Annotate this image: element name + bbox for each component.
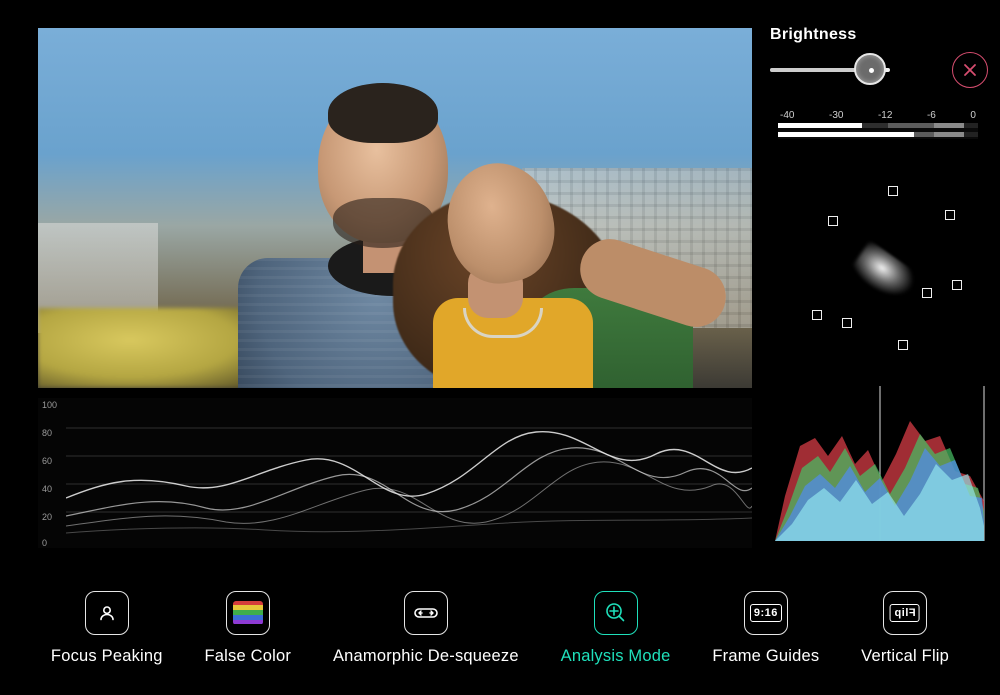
brightness-label: Brightness bbox=[770, 26, 988, 44]
tool-label: Anamorphic De-squeeze bbox=[333, 647, 519, 666]
audio-bars bbox=[778, 123, 978, 139]
subject-person bbox=[393, 138, 693, 388]
focus-peaking-iconbox bbox=[85, 591, 129, 635]
tool-label: Frame Guides bbox=[712, 647, 819, 666]
vectorscope[interactable] bbox=[770, 170, 990, 360]
tool-label: Focus Peaking bbox=[51, 647, 163, 666]
magnify-target-icon bbox=[603, 600, 629, 626]
app-root: 100 80 60 40 20 0 Brightness bbox=[0, 0, 1000, 695]
aspect-badge-icon: 9:16 bbox=[750, 604, 782, 622]
vectorscope-target bbox=[842, 318, 852, 328]
histogram-graph bbox=[770, 376, 990, 548]
vectorscope-target bbox=[888, 186, 898, 196]
waveform-tick: 60 bbox=[42, 456, 52, 466]
waveform-tick: 20 bbox=[42, 512, 52, 522]
brightness-panel: Brightness bbox=[770, 26, 988, 86]
tool-frame-guides[interactable]: 9:16 Frame Guides bbox=[712, 591, 819, 666]
vectorscope-target bbox=[952, 280, 962, 290]
vectorscope-trace bbox=[847, 240, 922, 309]
waveform-tick: 0 bbox=[42, 538, 47, 548]
false-color-iconbox bbox=[226, 591, 270, 635]
tool-anamorphic-desqueeze[interactable]: Anamorphic De-squeeze bbox=[333, 591, 519, 666]
waveform-tick: 100 bbox=[42, 400, 57, 410]
audio-tick: -40 bbox=[780, 110, 794, 121]
vertical-flip-iconbox: Flip bbox=[883, 591, 927, 635]
audio-level-meter: -40 -30 -12 -6 0 bbox=[778, 110, 978, 150]
audio-tick: -30 bbox=[829, 110, 843, 121]
vectorscope-target bbox=[922, 288, 932, 298]
rgb-histogram[interactable] bbox=[770, 376, 990, 548]
waveform-tick: 80 bbox=[42, 428, 52, 438]
vectorscope-target bbox=[812, 310, 822, 320]
vectorscope-target bbox=[945, 210, 955, 220]
tool-focus-peaking[interactable]: Focus Peaking bbox=[51, 591, 163, 666]
audio-channel-level bbox=[778, 132, 914, 137]
audio-channel-level bbox=[778, 123, 862, 128]
analysis-mode-iconbox bbox=[594, 591, 638, 635]
frame-guides-iconbox: 9:16 bbox=[744, 591, 788, 635]
brightness-slider-row bbox=[770, 54, 988, 86]
anamorphic-desqueeze-iconbox bbox=[404, 591, 448, 635]
audio-tick: 0 bbox=[970, 110, 976, 121]
close-icon bbox=[963, 63, 977, 77]
tool-analysis-mode[interactable]: Analysis Mode bbox=[561, 591, 671, 666]
waveform-tick: 40 bbox=[42, 484, 52, 494]
person-outline-icon bbox=[95, 601, 119, 625]
audio-tick: -12 bbox=[878, 110, 892, 121]
vectorscope-target bbox=[828, 216, 838, 226]
waveform-scope[interactable]: 100 80 60 40 20 0 bbox=[38, 398, 752, 548]
false-color-icon bbox=[233, 601, 263, 625]
close-button[interactable] bbox=[952, 52, 988, 88]
desqueeze-icon bbox=[413, 603, 439, 623]
tool-label: Analysis Mode bbox=[561, 647, 671, 666]
waveform-graph bbox=[66, 398, 752, 548]
tool-vertical-flip[interactable]: Flip Vertical Flip bbox=[861, 591, 949, 666]
vectorscope-target bbox=[898, 340, 908, 350]
brightness-slider-thumb[interactable] bbox=[854, 53, 886, 85]
tool-false-color[interactable]: False Color bbox=[205, 591, 292, 666]
video-preview[interactable] bbox=[38, 28, 752, 388]
monitoring-toolbar: Focus Peaking False Color Anamorphic De-sq… bbox=[0, 573, 1000, 683]
tool-label: Vertical Flip bbox=[861, 647, 949, 666]
audio-tick: -6 bbox=[927, 110, 936, 121]
flip-badge-icon: Flip bbox=[890, 604, 920, 622]
tool-label: False Color bbox=[205, 647, 292, 666]
